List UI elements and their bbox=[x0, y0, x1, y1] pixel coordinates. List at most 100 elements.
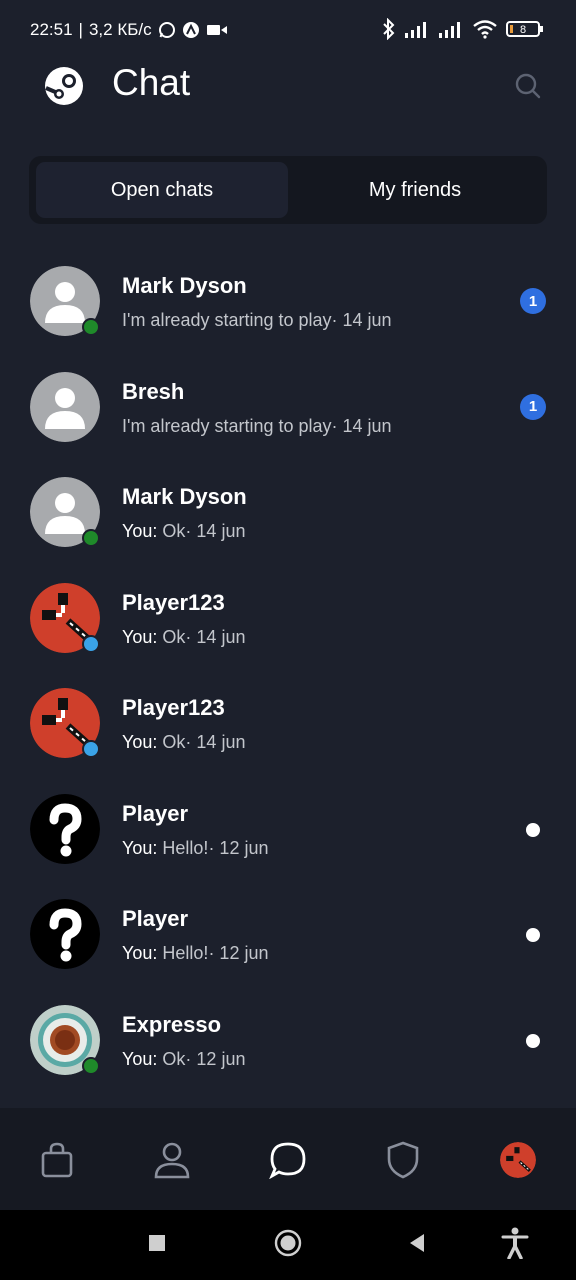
back-icon bbox=[408, 1233, 426, 1258]
you-prefix: You: bbox=[122, 732, 158, 752]
last-message: I'm already starting to play bbox=[122, 310, 332, 330]
page-title: Chat bbox=[112, 62, 191, 103]
chat-list: Mark Dyson I'm already starting to play· … bbox=[0, 248, 576, 1092]
status-bar: 22:51 | 3,2 КБ/с 8 bbox=[0, 0, 576, 60]
presence-online-dot bbox=[82, 1056, 100, 1075]
tab-my-friends[interactable]: My friends bbox=[289, 162, 541, 218]
nav-profile[interactable] bbox=[150, 1138, 194, 1182]
nav-guard[interactable] bbox=[381, 1138, 425, 1182]
battery-level: 8 bbox=[520, 24, 526, 36]
profile-icon bbox=[153, 1141, 191, 1179]
signal-icon bbox=[404, 19, 430, 39]
status-right: 8 bbox=[382, 18, 544, 40]
accessibility-icon bbox=[500, 1227, 530, 1264]
message-date: · 12 jun bbox=[208, 837, 269, 858]
chat-list-item[interactable]: Player You: Hello!· 12 jun bbox=[0, 881, 576, 987]
system-nav-bar bbox=[0, 1210, 576, 1280]
nav-user-avatar[interactable] bbox=[496, 1138, 540, 1182]
contact-avatar bbox=[30, 899, 100, 969]
you-prefix: You: bbox=[122, 521, 158, 541]
app-icon bbox=[182, 21, 200, 39]
network-speed: 3,2 КБ/с bbox=[88, 20, 152, 39]
last-message: Ok bbox=[162, 521, 186, 541]
nav-chat[interactable] bbox=[266, 1138, 310, 1182]
presence-online-dot bbox=[82, 318, 100, 336]
unread-count-badge: 1 bbox=[520, 288, 546, 314]
message-preview: You: Hello!· 12 jun bbox=[122, 943, 268, 964]
message-preview: You: Ok· 14 jun bbox=[122, 521, 245, 542]
contact-name: Player bbox=[122, 800, 189, 826]
search-icon bbox=[512, 73, 544, 106]
status-separator: | bbox=[78, 20, 83, 39]
chat-list-item[interactable]: Bresh I'm already starting to play· 14 ju… bbox=[0, 354, 576, 460]
contact-name: Mark Dyson bbox=[122, 273, 247, 298]
message-date: · 12 jun bbox=[185, 1048, 246, 1069]
contact-name: Bresh bbox=[122, 378, 185, 404]
home-button[interactable] bbox=[270, 1227, 306, 1263]
chat-icon bbox=[269, 1141, 307, 1179]
wifi-icon bbox=[472, 19, 498, 39]
unread-dot bbox=[526, 822, 540, 837]
chat-list-item[interactable]: Expresso You: Ok· 12 jun bbox=[0, 987, 576, 1093]
you-prefix: You: bbox=[122, 943, 158, 963]
last-message: Ok bbox=[162, 1048, 186, 1069]
video-icon bbox=[206, 22, 228, 38]
last-message: Ok bbox=[162, 626, 186, 647]
contact-name: Player123 bbox=[122, 589, 225, 615]
chat-list-item[interactable]: Player123 You: Ok· 14 jun bbox=[0, 670, 576, 776]
you-prefix: You: bbox=[122, 1048, 158, 1069]
nav-store[interactable] bbox=[35, 1138, 79, 1182]
message-date: · 12 jun bbox=[208, 943, 269, 963]
home-icon bbox=[274, 1229, 302, 1262]
store-icon bbox=[40, 1141, 74, 1179]
unread-count-badge: 1 bbox=[520, 393, 546, 420]
last-message: Ok bbox=[162, 732, 186, 752]
presence-in-game-dot bbox=[82, 740, 100, 758]
bluetooth-icon bbox=[382, 18, 396, 40]
clock: 22:51 bbox=[30, 20, 73, 39]
steam-logo[interactable] bbox=[44, 66, 84, 106]
recents-icon bbox=[148, 1234, 166, 1257]
battery-icon: 8 bbox=[506, 19, 544, 39]
last-message: Hello! bbox=[162, 837, 209, 858]
status-left: 22:51 | 3,2 КБ/с bbox=[30, 20, 228, 40]
last-message: I'm already starting to play bbox=[122, 415, 332, 436]
accessibility-button[interactable] bbox=[497, 1227, 533, 1263]
message-date: · 14 jun bbox=[185, 732, 246, 752]
message-preview: You: Ok· 14 jun bbox=[122, 732, 245, 753]
contact-name: Mark Dyson bbox=[122, 484, 247, 509]
message-date: · 14 jun bbox=[185, 626, 246, 647]
back-button[interactable] bbox=[399, 1227, 435, 1263]
last-message: Hello! bbox=[162, 943, 209, 963]
chat-list-item[interactable]: Mark Dyson You: Ok· 14 jun bbox=[0, 459, 576, 565]
contact-name: Player123 bbox=[122, 695, 225, 720]
recents-button[interactable] bbox=[139, 1227, 175, 1263]
bottom-nav bbox=[0, 1108, 576, 1210]
contact-name: Player bbox=[122, 906, 189, 931]
message-preview: You: Hello!· 12 jun bbox=[122, 838, 268, 859]
contact-name: Expresso bbox=[122, 1011, 222, 1037]
presence-online-dot bbox=[82, 529, 100, 547]
chat-list-item[interactable]: Player You: Hello!· 12 jun bbox=[0, 776, 576, 882]
chat-tabs: Open chats My friends bbox=[29, 156, 547, 224]
message-preview: You: Ok· 12 jun bbox=[122, 1049, 245, 1070]
message-preview: I'm already starting to play· 14 jun bbox=[122, 416, 392, 437]
user-avatar bbox=[500, 1142, 536, 1178]
you-prefix: You: bbox=[122, 626, 158, 647]
contact-avatar bbox=[30, 371, 100, 442]
chat-list-item[interactable]: Mark Dyson I'm already starting to play· … bbox=[0, 248, 576, 354]
whatsapp-icon bbox=[158, 21, 176, 39]
message-date: · 14 jun bbox=[185, 521, 246, 541]
contact-avatar bbox=[30, 793, 100, 864]
signal-icon bbox=[438, 19, 464, 39]
message-date: · 14 jun bbox=[331, 310, 392, 330]
presence-in-game-dot bbox=[82, 634, 100, 653]
you-prefix: You: bbox=[122, 837, 158, 858]
unread-dot bbox=[526, 1033, 540, 1048]
unread-dot bbox=[526, 928, 540, 942]
search-button[interactable] bbox=[512, 70, 544, 102]
tab-open-chats[interactable]: Open chats bbox=[36, 162, 288, 218]
app-header: Chat bbox=[0, 56, 576, 116]
message-date: · 14 jun bbox=[331, 415, 392, 436]
chat-list-item[interactable]: Player123 You: Ok· 14 jun bbox=[0, 565, 576, 671]
